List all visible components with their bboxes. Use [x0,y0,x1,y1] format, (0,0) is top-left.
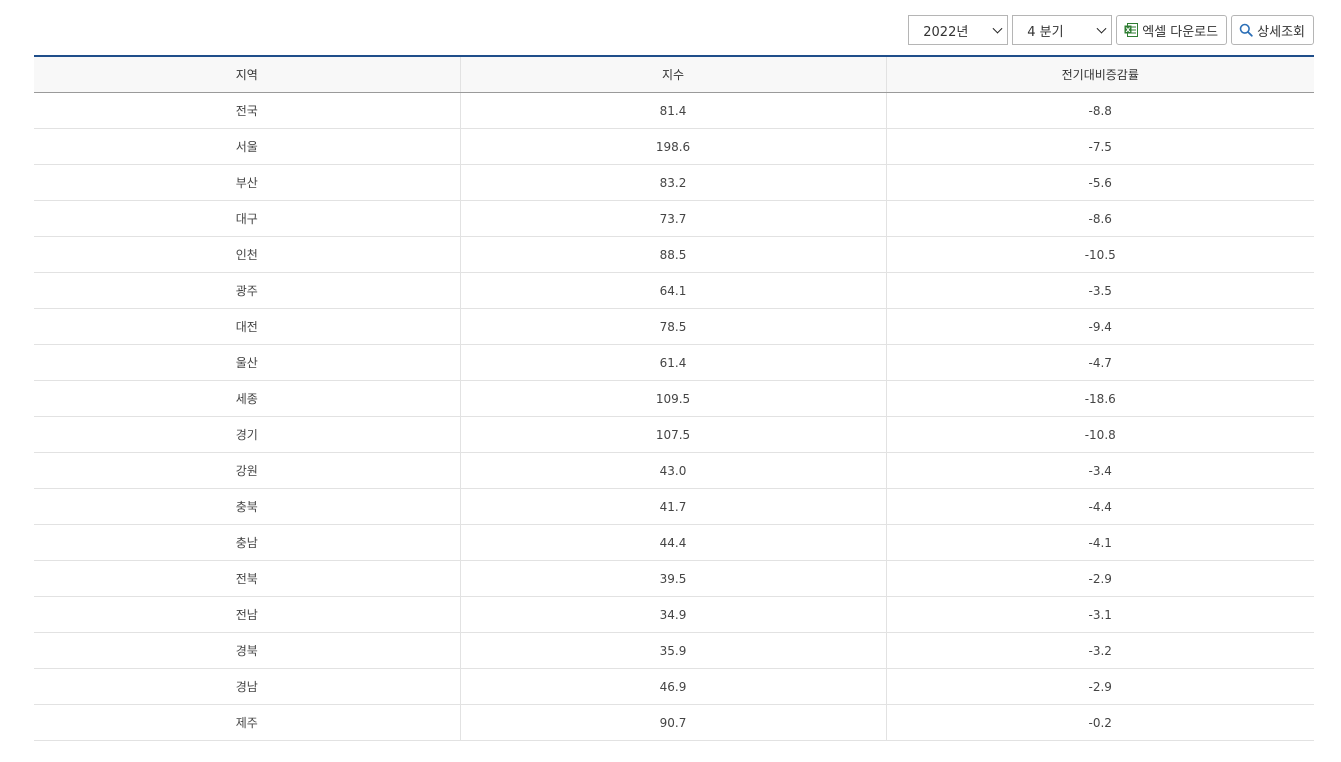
cell-region: 서울 [34,128,461,165]
table-row: 강원 43.0 -3.4 [34,452,1314,489]
cell-change: -0.2 [886,704,1314,741]
table-row: 전국 81.4 -8.8 [34,92,1314,129]
cell-region: 경북 [34,632,461,669]
svg-text:X: X [1126,26,1131,34]
cell-region: 강원 [34,452,461,489]
table-row: 제주 90.7 -0.2 [34,704,1314,741]
cell-region: 경남 [34,668,461,705]
cell-index: 198.6 [460,128,887,165]
cell-change: -18.6 [886,380,1314,417]
cell-region: 전북 [34,560,461,597]
cell-change: -3.1 [886,596,1314,633]
page: 2022년 4 분기 X 엑셀 다운로드 상세조회 지역 지수 전기대비증감률 … [0,0,1341,762]
cell-index: 34.9 [460,596,887,633]
cell-region: 대전 [34,308,461,345]
cell-region: 울산 [34,344,461,381]
cell-index: 61.4 [460,344,887,381]
cell-index: 78.5 [460,308,887,345]
table-row: 세종 109.5 -18.6 [34,380,1314,417]
table-row: 울산 61.4 -4.7 [34,344,1314,381]
cell-region: 충남 [34,524,461,561]
year-select[interactable]: 2022년 [908,15,1009,45]
cell-region: 전남 [34,596,461,633]
table-row: 경기 107.5 -10.8 [34,416,1314,453]
data-table: 지역 지수 전기대비증감률 전국 81.4 -8.8 서울 198.6 -7.5 부산 83.… [34,55,1314,741]
cell-region: 충북 [34,488,461,525]
table-row: 경북 35.9 -3.2 [34,632,1314,669]
cell-change: -7.5 [886,128,1314,165]
cell-index: 39.5 [460,560,887,597]
cell-index: 109.5 [460,380,887,417]
cell-index: 107.5 [460,416,887,453]
table-row: 대구 73.7 -8.6 [34,200,1314,237]
cell-region: 세종 [34,380,461,417]
cell-change: -10.5 [886,236,1314,273]
cell-change: -3.5 [886,272,1314,309]
cell-change: -2.9 [886,560,1314,597]
cell-index: 90.7 [460,704,887,741]
cell-index: 83.2 [460,164,887,201]
cell-region: 대구 [34,200,461,237]
chevron-down-icon [1096,23,1107,34]
excel-icon: X [1124,23,1139,37]
chevron-down-icon [992,23,1003,34]
cell-index: 81.4 [460,92,887,129]
quarter-select[interactable]: 4 분기 [1012,15,1113,45]
cell-region: 전국 [34,92,461,129]
table-row: 부산 83.2 -5.6 [34,164,1314,201]
cell-region: 경기 [34,416,461,453]
cell-change: -10.8 [886,416,1314,453]
cell-index: 73.7 [460,200,887,237]
cell-change: -4.7 [886,344,1314,381]
detail-search-button[interactable]: 상세조회 [1231,15,1314,45]
cell-change: -4.1 [886,524,1314,561]
cell-change: -3.2 [886,632,1314,669]
table-row: 전남 34.9 -3.1 [34,596,1314,633]
table-row: 서울 198.6 -7.5 [34,128,1314,165]
cell-region: 부산 [34,164,461,201]
cell-change: -2.9 [886,668,1314,705]
table-body: 전국 81.4 -8.8 서울 198.6 -7.5 부산 83.2 -5.6 대구 73.7 -8.… [34,92,1314,741]
cell-region: 인천 [34,236,461,273]
cell-change: -8.6 [886,200,1314,237]
column-header-region: 지역 [34,55,461,93]
cell-change: -9.4 [886,308,1314,345]
cell-change: -5.6 [886,164,1314,201]
search-icon [1239,23,1253,37]
table-header-row: 지역 지수 전기대비증감률 [34,55,1314,93]
cell-change: -3.4 [886,452,1314,489]
cell-index: 46.9 [460,668,887,705]
cell-index: 41.7 [460,488,887,525]
cell-index: 88.5 [460,236,887,273]
column-header-index: 지수 [460,55,887,93]
cell-region: 광주 [34,272,461,309]
table-row: 대전 78.5 -9.4 [34,308,1314,345]
table-row: 전북 39.5 -2.9 [34,560,1314,597]
table-row: 인천 88.5 -10.5 [34,236,1314,273]
detail-search-label: 상세조회 [1257,24,1305,40]
table-row: 경남 46.9 -2.9 [34,668,1314,705]
table-row: 충북 41.7 -4.4 [34,488,1314,525]
excel-download-label: 엑셀 다운로드 [1142,24,1219,40]
table-row: 광주 64.1 -3.5 [34,272,1314,309]
cell-index: 35.9 [460,632,887,669]
quarter-select-value: 4 분기 [1027,24,1064,40]
cell-index: 43.0 [460,452,887,489]
cell-region: 제주 [34,704,461,741]
column-header-change: 전기대비증감률 [886,55,1314,93]
year-select-value: 2022년 [923,24,969,40]
cell-index: 44.4 [460,524,887,561]
cell-change: -4.4 [886,488,1314,525]
cell-index: 64.1 [460,272,887,309]
table-row: 충남 44.4 -4.1 [34,524,1314,561]
excel-download-button[interactable]: X 엑셀 다운로드 [1116,15,1228,45]
toolbar: 2022년 4 분기 X 엑셀 다운로드 상세조회 [908,15,1314,45]
cell-change: -8.8 [886,92,1314,129]
